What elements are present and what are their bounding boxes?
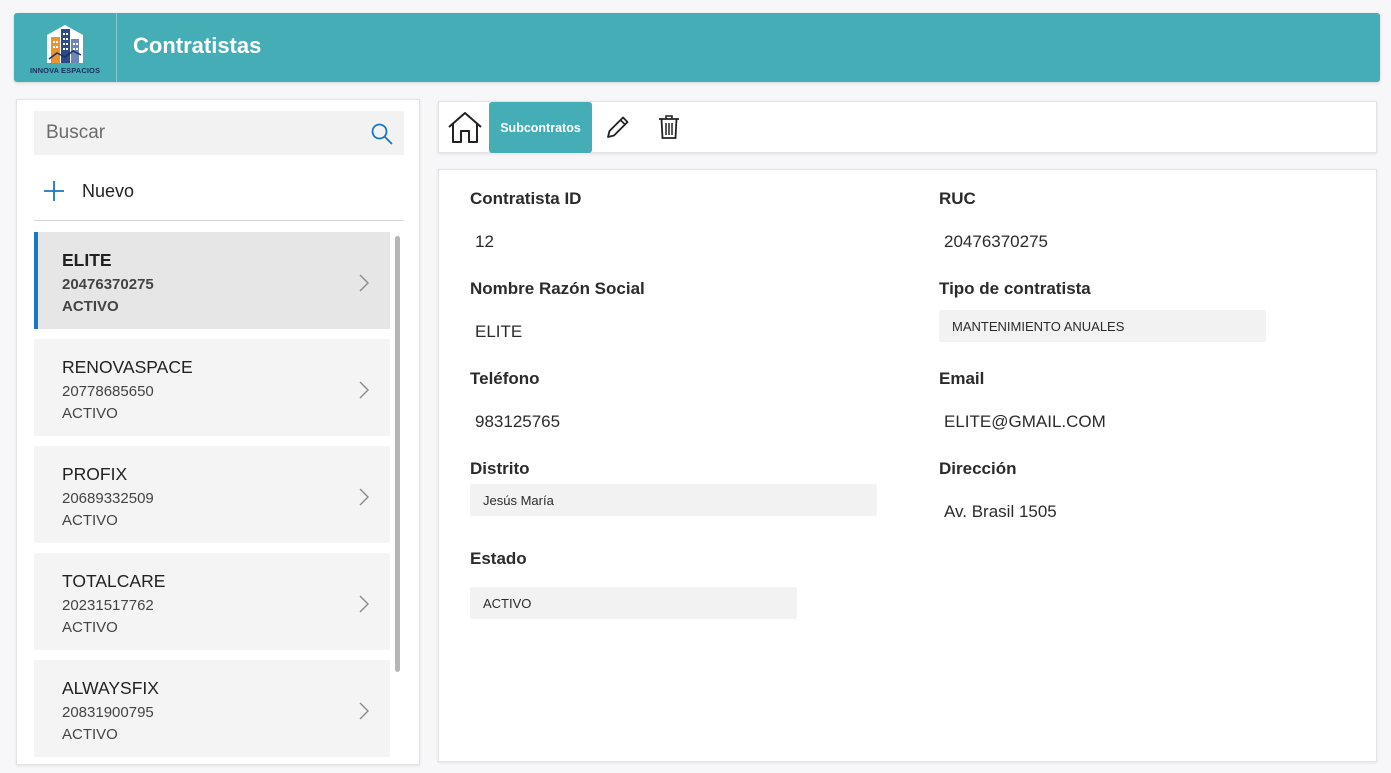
direccion-value: Av. Brasil 1505 [944, 502, 1057, 521]
item-state: ACTIVO [62, 726, 118, 743]
email-value: ELITE@GMAIL.COM [944, 412, 1106, 431]
search-icon[interactable] [370, 122, 394, 146]
logo: INNOVA ESPACIOS [14, 13, 117, 82]
page-title: Contratistas [133, 33, 262, 58]
app-header: INNOVA ESPACIOS Contratistas [14, 13, 1380, 82]
new-button-label: Nuevo [82, 180, 135, 201]
chevron-right-icon [359, 381, 369, 399]
estado-label: Estado [470, 549, 527, 568]
contractor-list-panel: Nuevo ELITE 20476370275 ACTIVO RENOVASPA… [16, 99, 420, 765]
tipo-label: Tipo de contratista [939, 279, 1091, 298]
list-item-alwaysfix[interactable]: ALWAYSFIX 20831900795 ACTIVO [34, 660, 390, 757]
item-name: ALWAYSFIX [62, 678, 159, 698]
tipo-select[interactable]: MANTENIMIENTO ANUALES [939, 310, 1266, 342]
item-state: ACTIVO [62, 298, 119, 315]
item-ruc: 20831900795 [62, 704, 154, 721]
telefono-value: 983125765 [475, 412, 561, 431]
plus-icon [44, 181, 64, 201]
contractor-detail-form: Contratista ID 12 RUC 20476370275 Nombre… [438, 169, 1377, 762]
direccion-label: Dirección [939, 459, 1017, 478]
logo-text: INNOVA ESPACIOS [29, 66, 101, 75]
pencil-icon[interactable] [605, 114, 631, 140]
ruc-value: 20476370275 [944, 232, 1049, 251]
search-input[interactable] [34, 111, 364, 155]
search-box [34, 111, 404, 155]
ruc-label: RUC [939, 189, 976, 208]
contractor-list: ELITE 20476370275 ACTIVO RENOVASPACE 207… [34, 232, 390, 764]
list-item-profix[interactable]: PROFIX 20689332509 ACTIVO [34, 446, 390, 543]
new-button[interactable]: Nuevo [43, 176, 134, 206]
nombre-label: Nombre Razón Social [470, 279, 645, 298]
item-ruc: 20476370275 [62, 276, 154, 293]
building-logo-icon [47, 25, 83, 63]
telefono-label: Teléfono [470, 369, 540, 388]
list-scrollbar[interactable] [395, 236, 400, 672]
email-label: Email [939, 369, 985, 388]
item-state: ACTIVO [62, 405, 118, 422]
item-state: ACTIVO [62, 619, 118, 636]
distrito-label: Distrito [470, 459, 530, 478]
estado-select[interactable]: ACTIVO [470, 587, 797, 619]
item-name: PROFIX [62, 464, 128, 484]
item-name: TOTALCARE [62, 571, 166, 591]
item-ruc: 20778685650 [62, 383, 154, 400]
chevron-right-icon [359, 702, 369, 720]
contratista-id-label: Contratista ID [470, 189, 582, 208]
nombre-value: ELITE [475, 322, 523, 341]
item-name: ELITE [62, 250, 112, 270]
item-state: ACTIVO [62, 512, 118, 529]
contratista-id-value: 12 [475, 232, 494, 251]
toolbar: Subcontratos [438, 101, 1377, 153]
subcontratos-button[interactable]: Subcontratos [489, 102, 592, 153]
distrito-select[interactable]: Jesús María [470, 484, 877, 516]
chevron-right-icon [359, 274, 369, 292]
divider [34, 220, 404, 221]
list-item-totalcare[interactable]: TOTALCARE 20231517762 ACTIVO [34, 553, 390, 650]
chevron-right-icon [359, 488, 369, 506]
list-item-renovaspace[interactable]: RENOVASPACE 20778685650 ACTIVO [34, 339, 390, 436]
item-ruc: 20231517762 [62, 597, 154, 614]
home-icon[interactable] [447, 110, 483, 144]
item-name: RENOVASPACE [62, 357, 193, 377]
list-item-elite[interactable]: ELITE 20476370275 ACTIVO [34, 232, 390, 329]
item-ruc: 20689332509 [62, 490, 154, 507]
trash-icon[interactable] [658, 114, 680, 140]
chevron-right-icon [359, 595, 369, 613]
